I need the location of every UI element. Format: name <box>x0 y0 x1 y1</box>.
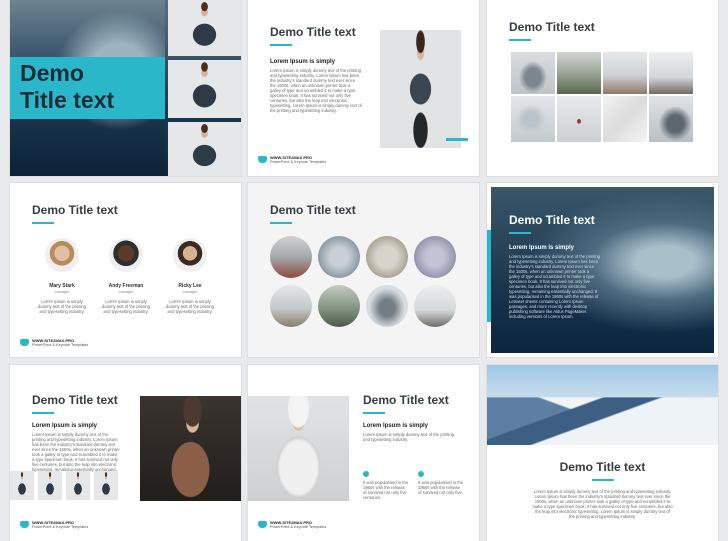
person-role: manager <box>118 290 134 294</box>
gallery-photo-8 <box>649 96 693 142</box>
slide-subtitle: Lorem Ipsum is simply <box>363 423 429 429</box>
thumb-photo-1 <box>10 471 34 500</box>
slide-title: Demo Title text <box>509 20 595 34</box>
slide-title: Demo Title text <box>363 393 449 407</box>
person-role: manager <box>182 290 198 294</box>
slide-body: Lorem Ipsum is simply dummy text of the … <box>509 254 600 319</box>
logo-icon <box>20 339 29 346</box>
slide-title-line2: Title text <box>20 87 115 113</box>
avatar-andy <box>109 238 143 272</box>
footer-tagline: PowerPoint & Keynote Templates <box>32 525 89 530</box>
slide-body: Lorem Ipsum is simply dummy text of the … <box>363 432 454 442</box>
person-name: Mary Stark <box>49 283 75 289</box>
footer-logo: WWW.SITE2MAX.PRO PowerPoint & Keynote Tem… <box>258 155 327 165</box>
accent-bar <box>270 222 292 224</box>
person-name: Andy Freeman <box>108 283 144 289</box>
logo-icon <box>258 156 267 163</box>
person-desc: Lorem Ipsum is simply dummy text of the … <box>165 299 215 314</box>
slide-subtitle: Lorem Ipsum is simply <box>270 59 336 65</box>
slide-thumbnail-1[interactable]: Demo Title text <box>10 0 241 176</box>
slide-body: Lorem Ipsum is simply dummy text of the … <box>270 68 362 113</box>
slide-thumbnail-8[interactable]: Demo Title text Lorem Ipsum is simply Lo… <box>248 365 479 541</box>
footer-tagline: PowerPoint & Keynote Templates <box>270 525 327 530</box>
gallery-photo-5 <box>511 96 555 142</box>
gallery-photo-3 <box>603 52 647 94</box>
gallery-photo-2 <box>557 52 601 94</box>
logo-icon <box>20 521 29 528</box>
footer-logo: WWW.SITE2MAX.PRO PowerPoint & Keynote Tem… <box>20 520 89 530</box>
gallery-photo-7 <box>603 96 647 142</box>
thumb-photo-2 <box>38 471 62 500</box>
slide-subtitle: Lorem Ipsum is simply <box>32 423 98 429</box>
footer-logo: WWW.SITE2MAX.PRO PowerPoint & Keynote Tem… <box>258 520 327 530</box>
accent-bar <box>592 479 614 481</box>
accent-bar <box>32 412 54 414</box>
bullet-icon-1 <box>363 471 369 477</box>
portrait-photo-3 <box>168 122 241 176</box>
thumb-photo-4 <box>94 471 118 500</box>
hat-model-photo <box>248 396 349 501</box>
gallery-photo-1 <box>511 52 555 94</box>
slide-body: Lorem Ipsum is simply dummy text of the … <box>32 432 120 472</box>
footer-logo: WWW.SITE2MAX.PRO PowerPoint & Keynote Tem… <box>20 338 89 348</box>
slide-thumbnail-5[interactable]: Demo Title text <box>248 183 479 357</box>
circle-photo-2 <box>318 236 360 278</box>
gallery-photo-4 <box>649 52 693 94</box>
circle-photo-3 <box>366 236 408 278</box>
thumb-photo-3 <box>66 471 90 500</box>
mountain-photo <box>487 365 718 445</box>
bullet-icon-2 <box>418 471 424 477</box>
circle-photo-8 <box>414 285 456 327</box>
slide-title: Demo Title text <box>32 203 118 217</box>
accent-bar <box>363 412 385 414</box>
footer-tagline: PowerPoint & Keynote Templates <box>270 160 327 165</box>
column-text-2: It was popularised in the 1960s with the… <box>418 480 464 495</box>
slide-title: Demo Title text <box>509 213 595 227</box>
slide-title: Demo Title text <box>559 460 646 474</box>
slide-thumbnail-7[interactable]: Demo Title text Lorem Ipsum is simply Lo… <box>10 365 241 541</box>
slide-thumbnail-4[interactable]: Demo Title text Mary Stark manager Lorem… <box>10 183 241 357</box>
slide-subtitle: Lorem Ipsum is simply <box>509 245 575 251</box>
slide-thumbnail-6[interactable]: Demo Title text Lorem Ipsum is simply Lo… <box>487 183 718 357</box>
slide-title: Demo Title text <box>32 393 118 407</box>
portrait-photo-2 <box>168 60 241 118</box>
slide-thumbnail-9[interactable]: Demo Title text Lorem Ipsum is simply du… <box>487 365 718 541</box>
person-name: Ricky Lee <box>178 283 202 289</box>
avatar-mary <box>45 238 79 272</box>
circle-photo-5 <box>270 285 312 327</box>
accent-mark <box>446 138 468 141</box>
column-text-1: It was popularised in the 1960s with the… <box>363 480 409 500</box>
circle-photo-6 <box>318 285 360 327</box>
circle-photo-4 <box>414 236 456 278</box>
person-desc: Lorem Ipsum is simply dummy text of the … <box>101 299 151 314</box>
portrait-photo-1 <box>168 0 241 56</box>
accent-bar <box>509 39 531 41</box>
circle-photo-1 <box>270 236 312 278</box>
avatar-ricky <box>173 238 207 272</box>
slide-thumbnail-3[interactable]: Demo Title text <box>487 0 718 176</box>
accent-bar <box>509 232 531 234</box>
slide-body: Lorem Ipsum is simply dummy text of the … <box>532 489 673 519</box>
slide-thumbnail-2[interactable]: Demo Title text Lorem Ipsum is simply Lo… <box>248 0 479 176</box>
slide-title-line1: Demo <box>20 60 84 86</box>
person-desc: Lorem Ipsum is simply dummy text of the … <box>37 299 87 314</box>
slide-title: Demo Title text <box>270 203 356 217</box>
circle-photo-7 <box>366 285 408 327</box>
accent-bar <box>32 222 54 224</box>
slide-title: Demo Title text <box>270 25 356 39</box>
accent-bar <box>270 44 292 46</box>
gallery-photo-6 <box>557 96 601 142</box>
footer-tagline: PowerPoint & Keynote Templates <box>32 343 89 348</box>
fashion-photo <box>140 396 241 501</box>
model-photo <box>380 30 461 148</box>
person-role: manager <box>54 290 70 294</box>
logo-icon <box>258 521 267 528</box>
